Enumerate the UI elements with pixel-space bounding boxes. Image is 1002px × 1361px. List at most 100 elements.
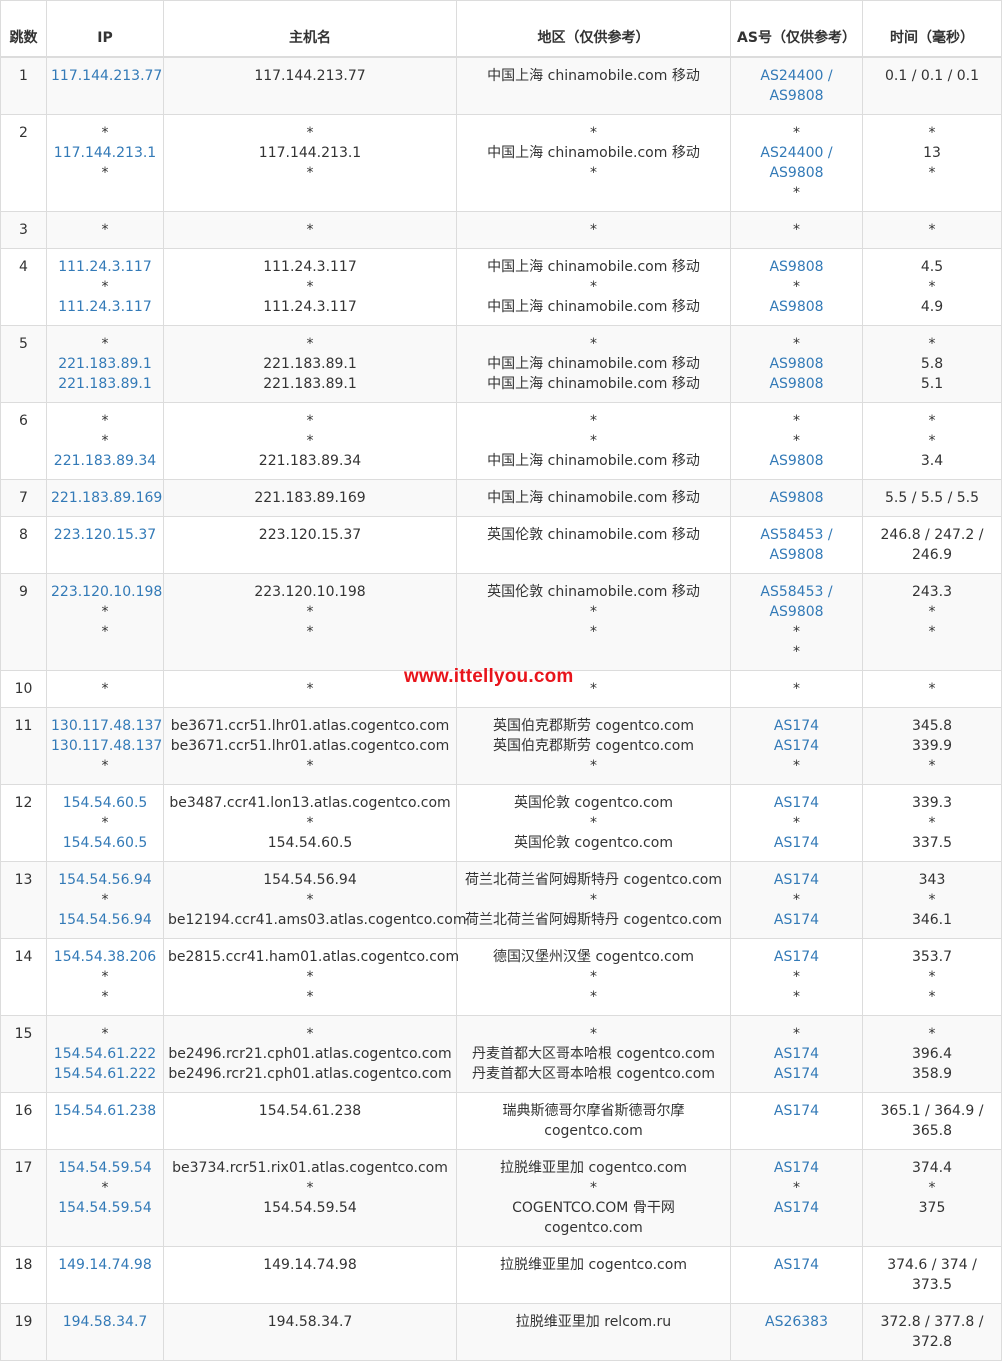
- asn-link[interactable]: AS174: [735, 1158, 858, 1178]
- ip-link[interactable]: 223.120.10.198: [51, 582, 162, 602]
- host-value: be3671.ccr51.lhr01.atlas.cogentco.com: [170, 718, 450, 734]
- ip-link[interactable]: 111.24.3.117: [51, 257, 159, 277]
- ip-link[interactable]: 117.144.213.77: [51, 66, 162, 86]
- host-cell: be3671.ccr51.lhr01.atlas.cogentco.com be3…: [163, 707, 457, 785]
- time-value: 337.5: [911, 835, 953, 851]
- time-value: 374.4: [911, 1160, 953, 1176]
- asn-cell: * AS174 AS174: [730, 1015, 863, 1093]
- asn-link[interactable]: AS9808: [735, 297, 858, 317]
- table-row: 3 * * * * *: [0, 211, 1002, 249]
- region-cell: 英国伦敦 cogentco.com * 英国伦敦 cogentco.com: [456, 784, 731, 862]
- time-value: *: [928, 624, 936, 640]
- host-cell: *: [163, 211, 457, 249]
- asn-cell: AS58453 /AS9808 * *: [730, 573, 863, 671]
- asn-value: *: [793, 433, 800, 449]
- asn-link[interactable]: AS9808: [735, 163, 858, 183]
- ip-link[interactable]: 154.54.61.222: [51, 1064, 159, 1084]
- ip-link[interactable]: 154.54.59.54: [51, 1158, 159, 1178]
- asn-link[interactable]: AS24400 /: [735, 66, 858, 86]
- ip-link[interactable]: 221.183.89.34: [51, 451, 159, 471]
- ip-link[interactable]: 130.117.48.137: [51, 736, 162, 756]
- header-hop: 跳数: [0, 0, 47, 58]
- region-value: *: [590, 969, 597, 985]
- ip-link[interactable]: 194.58.34.7: [51, 1312, 159, 1332]
- region-value: 中国上海 chinamobile.com 移动: [487, 68, 700, 84]
- host-cell: 117.144.213.77: [163, 56, 457, 115]
- asn-link[interactable]: AS9808: [735, 488, 858, 508]
- ip-link[interactable]: 221.183.89.169: [51, 488, 162, 508]
- asn-link[interactable]: AS9808: [735, 257, 858, 277]
- host-value: *: [306, 222, 314, 238]
- asn-link[interactable]: AS174: [735, 947, 858, 967]
- host-value: 149.14.74.98: [263, 1257, 357, 1273]
- asn-link[interactable]: AS9808: [735, 602, 858, 622]
- asn-link[interactable]: AS174: [735, 1255, 858, 1275]
- ip-cell: 154.54.56.94 * 154.54.56.94: [46, 861, 164, 939]
- time-cell: 0.1 / 0.1 / 0.1: [862, 56, 1002, 115]
- ip-link[interactable]: 154.54.38.206: [51, 947, 159, 967]
- ip-value: *: [101, 222, 109, 238]
- time-value: 0.1 / 0.1 / 0.1: [884, 68, 980, 84]
- ip-link[interactable]: 149.14.74.98: [51, 1255, 159, 1275]
- ip-link[interactable]: 221.183.89.1: [51, 374, 159, 394]
- asn-link[interactable]: AS174: [735, 910, 858, 930]
- asn-link[interactable]: AS174: [735, 716, 858, 736]
- ip-value: *: [101, 336, 109, 352]
- table-row: 11 130.117.48.137 130.117.48.137 * be3671.cc…: [0, 707, 1002, 785]
- time-cell: 343 * 346.1: [862, 861, 1002, 939]
- asn-link[interactable]: AS26383: [735, 1312, 858, 1332]
- ip-cell: 194.58.34.7: [46, 1303, 164, 1361]
- asn-link[interactable]: AS9808: [735, 451, 858, 471]
- ip-link[interactable]: 130.117.48.137: [51, 716, 162, 736]
- asn-value: *: [793, 681, 800, 697]
- asn-link[interactable]: AS174: [735, 833, 858, 853]
- ip-link[interactable]: 111.24.3.117: [51, 297, 159, 317]
- host-value: be3734.rcr51.rix01.atlas.cogentco.com: [172, 1160, 448, 1176]
- asn-value: *: [793, 624, 800, 640]
- ip-link[interactable]: 223.120.15.37: [51, 525, 159, 545]
- ip-link[interactable]: 154.54.60.5: [51, 793, 159, 813]
- host-value: 111.24.3.117: [263, 259, 357, 275]
- ip-cell: 130.117.48.137 130.117.48.137 *: [46, 707, 164, 785]
- host-cell: 149.14.74.98: [163, 1246, 457, 1304]
- asn-link[interactable]: AS58453 /: [735, 525, 858, 545]
- ip-link[interactable]: 154.54.59.54: [51, 1198, 159, 1218]
- ip-link[interactable]: 154.54.56.94: [51, 870, 159, 890]
- asn-link[interactable]: AS174: [735, 736, 858, 756]
- ip-link[interactable]: 221.183.89.1: [51, 354, 159, 374]
- ip-link[interactable]: 117.144.213.1: [51, 143, 159, 163]
- ip-link[interactable]: 154.54.61.222: [51, 1044, 159, 1064]
- table-row: 2 * 117.144.213.1 * * 117.144.213.1 * * 中国上海 chi…: [0, 114, 1002, 212]
- ip-value: *: [101, 681, 109, 697]
- ip-value: *: [101, 815, 109, 831]
- ip-link[interactable]: 154.54.60.5: [51, 833, 159, 853]
- ip-cell: *: [46, 211, 164, 249]
- asn-link[interactable]: AS9808: [735, 545, 858, 565]
- asn-link[interactable]: AS24400 /: [735, 143, 858, 163]
- host-value: 117.144.213.1: [258, 145, 362, 161]
- region-value: 丹麦首都大区哥本哈根 cogentco.com: [472, 1066, 715, 1082]
- table-row: 6 * * 221.183.89.34 * * 221.183.89.34 * * 中国上海 ch…: [0, 402, 1002, 480]
- asn-link[interactable]: AS58453 /: [735, 582, 858, 602]
- asn-link[interactable]: AS9808: [735, 86, 858, 106]
- asn-cell: * AS9808 AS9808: [730, 325, 863, 403]
- asn-link[interactable]: AS9808: [735, 374, 858, 394]
- asn-link[interactable]: AS174: [735, 1198, 858, 1218]
- time-cell: 5.5 / 5.5 / 5.5: [862, 479, 1002, 517]
- asn-link[interactable]: AS174: [735, 1064, 858, 1084]
- hop-number: 19: [0, 1303, 47, 1361]
- time-value: 339.9: [911, 738, 953, 754]
- asn-link[interactable]: AS174: [735, 1101, 858, 1121]
- host-value: *: [306, 604, 314, 620]
- asn-link[interactable]: AS174: [735, 1044, 858, 1064]
- asn-link[interactable]: AS9808: [735, 354, 858, 374]
- region-value: *: [590, 815, 597, 831]
- region-value: 拉脱维亚里加 cogentco.com: [500, 1160, 687, 1176]
- ip-link[interactable]: 154.54.56.94: [51, 910, 159, 930]
- asn-link[interactable]: AS174: [735, 870, 858, 890]
- ip-link[interactable]: 154.54.61.238: [51, 1101, 159, 1121]
- region-value: 英国伯克郡斯劳 cogentco.com: [493, 718, 694, 734]
- region-value: 中国上海 chinamobile.com 移动: [487, 376, 700, 392]
- table-row: 9 223.120.10.198 * * 223.120.10.198 * * 英国伦敦 ch…: [0, 573, 1002, 671]
- asn-link[interactable]: AS174: [735, 793, 858, 813]
